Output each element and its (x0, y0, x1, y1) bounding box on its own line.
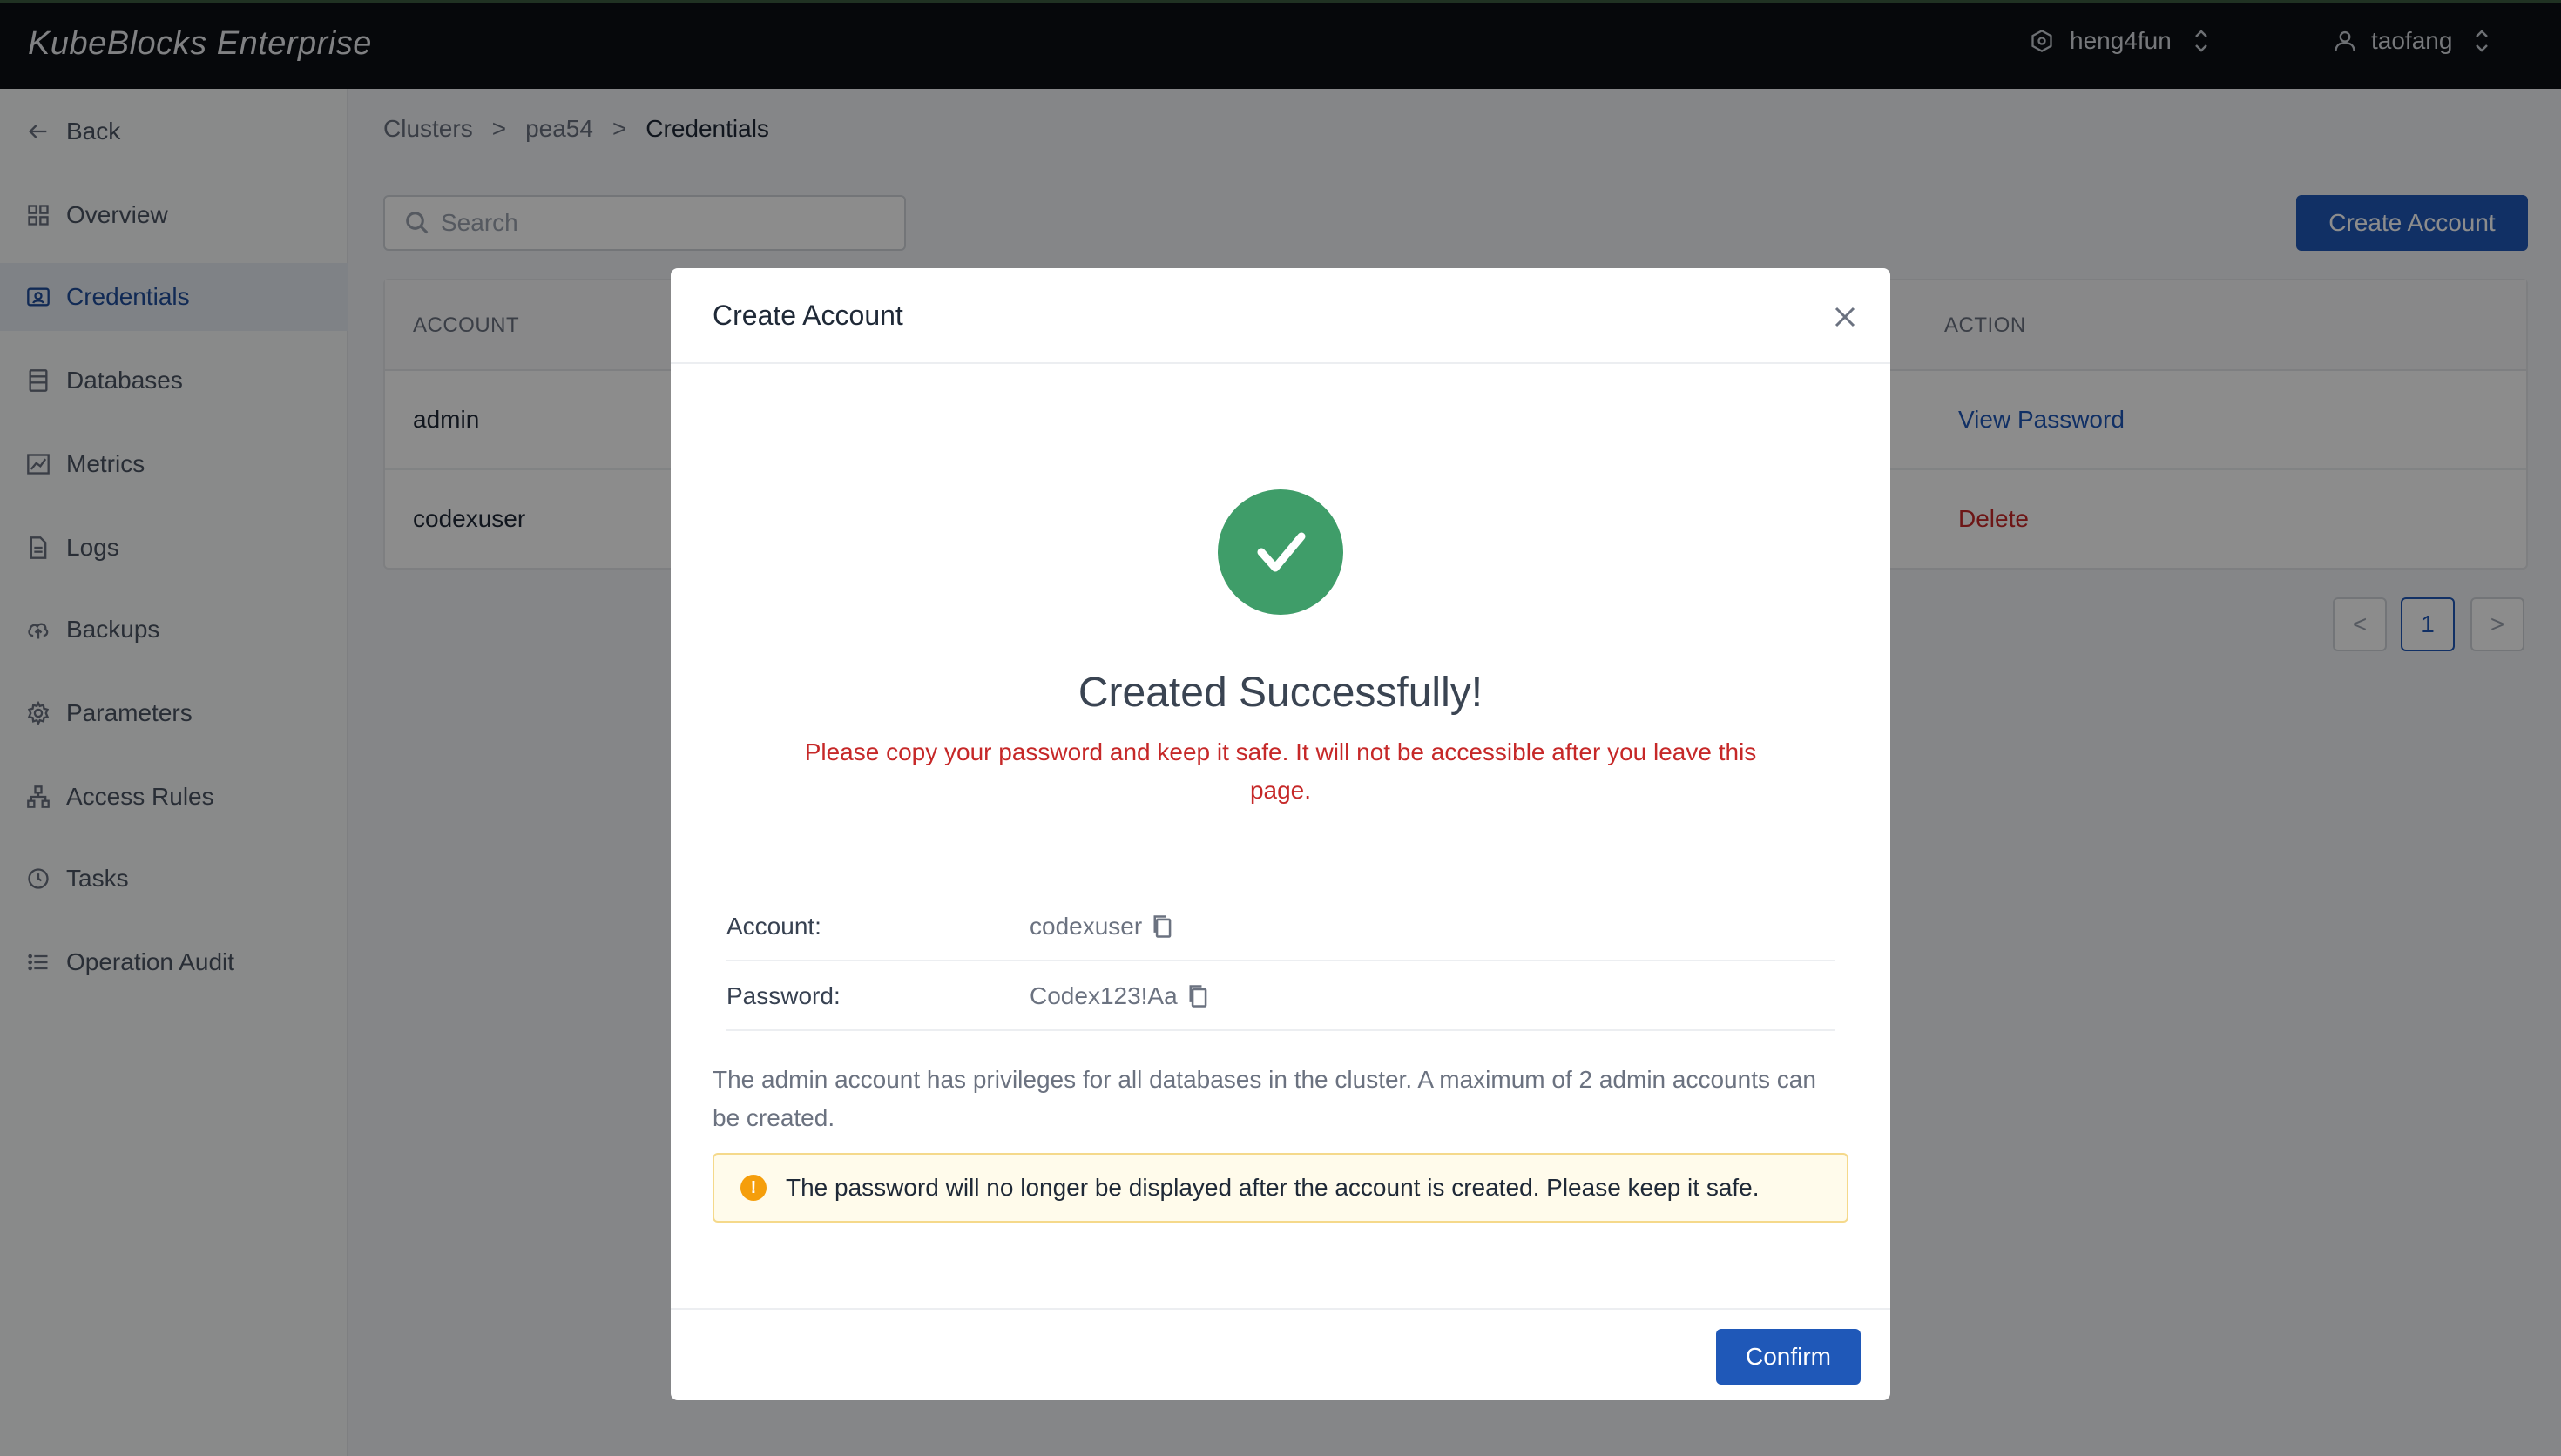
success-check-icon (1218, 489, 1343, 615)
warning-icon: ! (740, 1175, 767, 1201)
copy-password-warning: Please copy your password and keep it sa… (804, 738, 1757, 804)
account-value-group: codexuser (1030, 913, 1175, 940)
account-label: Account: (726, 913, 821, 940)
password-row: Password: Codex123!Aa (726, 961, 1835, 1031)
alert-text: The password will no longer be displayed… (786, 1174, 1760, 1201)
account-row: Account: codexuser (726, 892, 1835, 961)
confirm-button[interactable]: Confirm (1716, 1329, 1861, 1385)
password-value-group: Codex123!Aa (1030, 982, 1211, 1010)
password-alert: ! The password will no longer be display… (713, 1153, 1848, 1223)
password-value: Codex123!Aa (1030, 982, 1178, 1009)
copy-icon[interactable] (1151, 913, 1175, 940)
copy-icon[interactable] (1186, 983, 1211, 1009)
success-title: Created Successfully! (1078, 670, 1483, 716)
create-account-dialog: Create Account Created Successfully! Ple… (671, 268, 1890, 1400)
password-label: Password: (726, 982, 841, 1009)
account-value: codexuser (1030, 913, 1143, 940)
admin-account-note: The admin account has privileges for all… (713, 1066, 1816, 1131)
close-icon (1835, 307, 1855, 327)
dialog-title: Create Account (713, 300, 903, 331)
close-button[interactable] (1828, 300, 1862, 334)
dialog-footer: Confirm (671, 1308, 1890, 1400)
dialog-header: Create Account (671, 268, 1890, 364)
